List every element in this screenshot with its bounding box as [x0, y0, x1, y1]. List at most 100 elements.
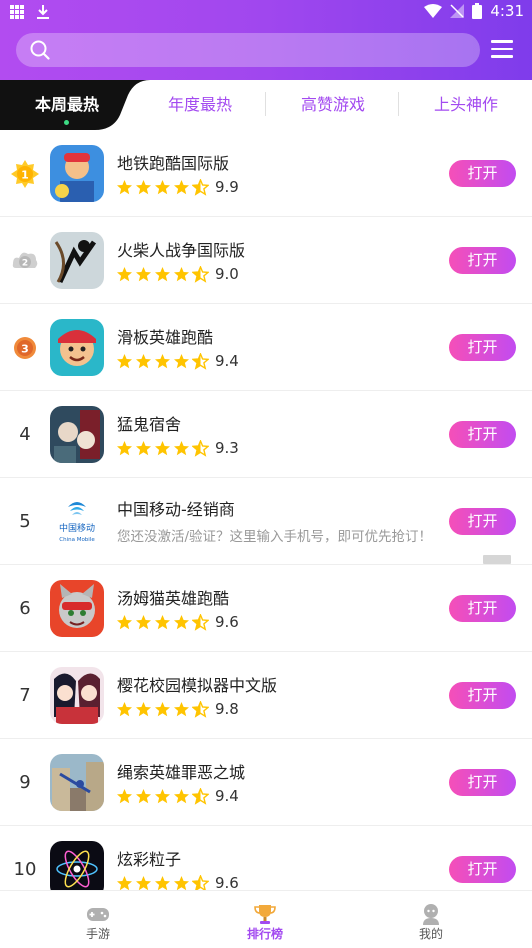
nav-item-mine[interactable]: 我的 — [381, 891, 481, 948]
star-rating: 9.4 — [116, 352, 239, 370]
rope-hero-icon[interactable] — [50, 754, 104, 811]
open-button[interactable]: 打开 — [449, 682, 516, 709]
star-full-icon — [136, 179, 151, 194]
star-full-icon — [136, 266, 151, 281]
status-bar: 4:31 — [0, 0, 532, 24]
star-full-icon — [155, 701, 170, 716]
sakura-school-icon[interactable] — [50, 667, 104, 724]
tab-addictive[interactable]: 上头神作 — [416, 80, 516, 130]
star-full-icon — [136, 875, 151, 890]
rating-score: 9.0 — [215, 265, 239, 283]
star-full-icon — [136, 788, 151, 803]
star-half-icon — [192, 787, 209, 805]
star-full-icon — [155, 440, 170, 455]
rank-badge: 6 — [0, 565, 50, 652]
nav-item-games[interactable]: 手游 — [48, 891, 148, 948]
no-signal-icon — [450, 4, 465, 18]
app-title: 中国移动-经销商 — [117, 500, 235, 519]
tom-hero-run-icon[interactable] — [50, 580, 104, 637]
svg-text:2: 2 — [22, 258, 28, 268]
app-title: 猛鬼宿舍 — [117, 415, 182, 434]
star-full-icon — [155, 875, 170, 890]
open-button[interactable]: 打开 — [449, 769, 516, 796]
stickman-war-icon[interactable] — [50, 232, 104, 289]
rank-number: 4 — [19, 424, 31, 445]
silver-medal-icon: 2 — [12, 252, 38, 268]
star-full-icon — [174, 353, 189, 368]
tab-yearly-hot[interactable]: 年度最热 — [150, 80, 250, 130]
app-title: 炫彩粒子 — [117, 850, 182, 869]
open-button[interactable]: 打开 — [449, 247, 516, 274]
app-title: 火柴人战争国际版 — [117, 241, 246, 260]
star-full-icon — [155, 179, 170, 194]
list-item[interactable]: 4 猛鬼宿舍 9.3 打开 — [0, 391, 532, 478]
open-button[interactable]: 打开 — [449, 334, 516, 361]
rank-badge: 7 — [0, 652, 50, 739]
rank-number: 5 — [19, 511, 31, 532]
china-mobile-icon[interactable]: 中国移动 China Mobile — [50, 493, 104, 550]
menu-icon[interactable] — [491, 40, 513, 60]
open-button[interactable]: 打开 — [449, 595, 516, 622]
star-rating: 9.4 — [116, 787, 239, 805]
open-button[interactable]: 打开 — [449, 856, 516, 883]
list-item[interactable]: 1 地铁跑酷国际版 9.9 打开 — [0, 130, 532, 217]
star-full-icon — [117, 440, 132, 455]
rank-badge: 2 — [0, 217, 50, 304]
star-full-icon — [117, 788, 132, 803]
list-item[interactable]: 9 绳索英雄罪恶之城 9.4 打开 — [0, 739, 532, 826]
ad-label — [483, 555, 511, 564]
star-full-icon — [174, 179, 189, 194]
nav-label-rankings: 排行榜 — [246, 927, 283, 941]
list-item[interactable]: 2 火柴人战争国际版 9.0 打开 — [0, 217, 532, 304]
star-full-icon — [117, 614, 132, 629]
tab-divider — [398, 92, 399, 116]
open-button[interactable]: 打开 — [449, 421, 516, 448]
list-item[interactable]: 5 中国移动 China Mobile 中国移动-经销商您还没激活/验证？这里输入手机… — [0, 478, 532, 565]
star-full-icon — [155, 788, 170, 803]
nav-item-rankings[interactable]: 排行榜 — [215, 891, 315, 948]
active-tab-indicator — [64, 120, 69, 125]
app-title: 汤姆猫英雄跑酷 — [117, 589, 230, 608]
ranking-list: 1 地铁跑酷国际版 9.9 打开 2 火柴人战争国际版 9.0 打开 3 滑板英雄跑酷 9.4 打开 4… — [0, 130, 532, 913]
app-description: 您还没激活/验证？这里输入手机号，即可优先抢订！ — [117, 529, 433, 545]
star-full-icon — [117, 266, 132, 281]
battery-icon — [472, 3, 483, 19]
rank-badge: 9 — [0, 739, 50, 826]
star-full-icon — [136, 614, 151, 629]
app-title: 地铁跑酷国际版 — [117, 154, 230, 173]
rank-badge: 4 — [0, 391, 50, 478]
open-button[interactable]: 打开 — [449, 160, 516, 187]
subway-surfers-icon[interactable] — [50, 145, 104, 202]
rank-number: 7 — [19, 685, 31, 706]
star-full-icon — [174, 614, 189, 629]
skateboard-hero-icon[interactable] — [50, 319, 104, 376]
svg-text:1: 1 — [21, 168, 29, 181]
tab-divider — [265, 92, 266, 116]
rank-number: 10 — [13, 859, 37, 880]
star-rating: 9.8 — [116, 700, 239, 718]
star-full-icon — [174, 788, 189, 803]
list-item[interactable]: 7 樱花校园模拟器中文版 9.8 打开 — [0, 652, 532, 739]
app-title: 樱花校园模拟器中文版 — [117, 676, 278, 695]
status-time: 4:31 — [490, 2, 524, 20]
app-title: 绳索英雄罪恶之城 — [117, 763, 246, 782]
star-full-icon — [155, 614, 170, 629]
gold-medal-icon: 1 — [11, 159, 39, 188]
user-icon — [423, 904, 439, 925]
haunted-dorm-icon[interactable] — [50, 406, 104, 463]
star-full-icon — [174, 701, 189, 716]
list-item[interactable]: 3 滑板英雄跑酷 9.4 打开 — [0, 304, 532, 391]
star-half-icon — [192, 265, 209, 283]
bottom-nav: 手游 排行榜 我的 — [0, 890, 532, 947]
nav-label-mine: 我的 — [418, 927, 443, 941]
rank-number: 6 — [19, 598, 31, 619]
open-button[interactable]: 打开 — [449, 508, 516, 535]
search-input[interactable] — [16, 33, 480, 67]
list-item[interactable]: 6 汤姆猫英雄跑酷 9.6 打开 — [0, 565, 532, 652]
star-full-icon — [155, 353, 170, 368]
star-full-icon — [174, 266, 189, 281]
tab-top-rated[interactable]: 高赞游戏 — [283, 80, 383, 130]
star-rating: 9.9 — [116, 178, 239, 196]
star-half-icon — [192, 874, 209, 892]
star-full-icon — [117, 353, 132, 368]
